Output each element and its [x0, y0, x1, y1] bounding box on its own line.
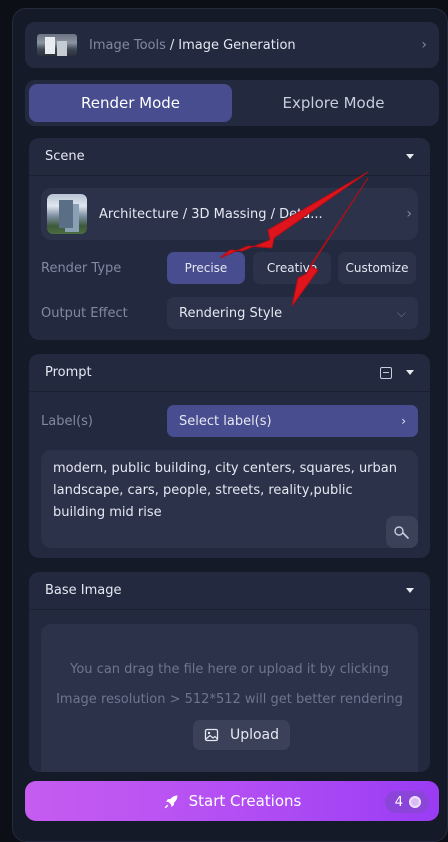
chevron-right-icon: ›	[421, 37, 427, 53]
breadcrumb-separator: /	[169, 37, 175, 53]
upload-button[interactable]: Upload	[193, 720, 290, 750]
select-labels-button[interactable]: Select label(s) ›	[167, 405, 418, 437]
scene-selected-label: Architecture / 3D Massing / Deta...	[99, 206, 323, 222]
prompt-textarea[interactable]: modern, public building, city centers, s…	[41, 450, 418, 548]
drop-hint: You can drag the file here or upload it …	[70, 662, 389, 677]
output-effect-select[interactable]: Rendering Style ⌵	[167, 297, 418, 329]
prompt-title: Prompt	[45, 365, 92, 380]
credits-badge: 4	[384, 791, 429, 813]
chevron-down-icon: ⌵	[396, 305, 406, 320]
caret-down-icon[interactable]	[406, 154, 414, 159]
scene-title: Scene	[45, 149, 85, 164]
coin-icon	[409, 796, 421, 808]
select-labels-text: Select label(s)	[179, 413, 272, 429]
render-type-label: Render Type	[41, 260, 122, 276]
caret-down-icon[interactable]	[406, 370, 414, 375]
base-image-header[interactable]: Base Image	[29, 572, 430, 610]
breadcrumb-parent[interactable]: Image Tools	[89, 38, 166, 53]
render-type-precise[interactable]: Precise	[167, 252, 245, 284]
render-type-creative[interactable]: Creative	[253, 252, 331, 284]
scene-thumbnail	[47, 194, 87, 234]
scene-selector[interactable]: Architecture / 3D Massing / Deta... ›	[41, 188, 418, 240]
output-effect-value: Rendering Style	[179, 305, 283, 321]
start-creations-label: Start Creations	[188, 792, 302, 810]
prompt-header[interactable]: Prompt	[29, 354, 430, 392]
tool-thumbnail	[37, 34, 77, 56]
caret-down-icon[interactable]	[406, 588, 414, 593]
upload-label: Upload	[229, 727, 280, 743]
tab-explore-mode[interactable]: Explore Mode	[232, 84, 435, 122]
collapse-icon[interactable]	[380, 366, 392, 379]
tab-render-mode[interactable]: Render Mode	[29, 84, 232, 122]
rocket-icon	[164, 795, 178, 809]
mode-switch: Render Mode Explore Mode	[25, 80, 439, 126]
output-effect-row: Output Effect Rendering Style ⌵	[41, 297, 418, 329]
base-image-title: Base Image	[45, 583, 122, 598]
chevron-right-icon: ›	[406, 206, 412, 222]
scene-section: Scene Architecture / 3D Massing / Deta..…	[29, 138, 430, 340]
prompt-text: modern, public building, city centers, s…	[53, 461, 397, 520]
image-upload-icon	[204, 728, 219, 742]
render-type-customize[interactable]: Customize	[338, 252, 416, 284]
base-image-section: Base Image You can drag the file here or…	[29, 572, 430, 772]
start-creations-button[interactable]: Start Creations 4	[25, 781, 439, 821]
resolution-hint: Image resolution > 512*512 will get bett…	[56, 692, 403, 707]
magic-wand-icon	[394, 526, 409, 539]
breadcrumb[interactable]: Image Tools / Image Generation ›	[25, 22, 439, 68]
prompt-section: Prompt Label(s) Select label(s) › modern…	[29, 354, 430, 558]
credits-count: 4	[394, 794, 403, 810]
render-type-row: Render Type Precise Creative Customize	[41, 252, 418, 284]
image-drop-zone[interactable]: You can drag the file here or upload it …	[41, 624, 418, 772]
labels-label: Label(s)	[41, 413, 93, 429]
breadcrumb-current: Image Generation	[178, 37, 296, 53]
labels-row: Label(s) Select label(s) ›	[41, 405, 418, 437]
magic-wand-button[interactable]	[386, 516, 418, 548]
scene-header[interactable]: Scene	[29, 138, 430, 176]
chevron-right-icon: ›	[401, 414, 406, 428]
output-effect-label: Output Effect	[41, 305, 128, 321]
